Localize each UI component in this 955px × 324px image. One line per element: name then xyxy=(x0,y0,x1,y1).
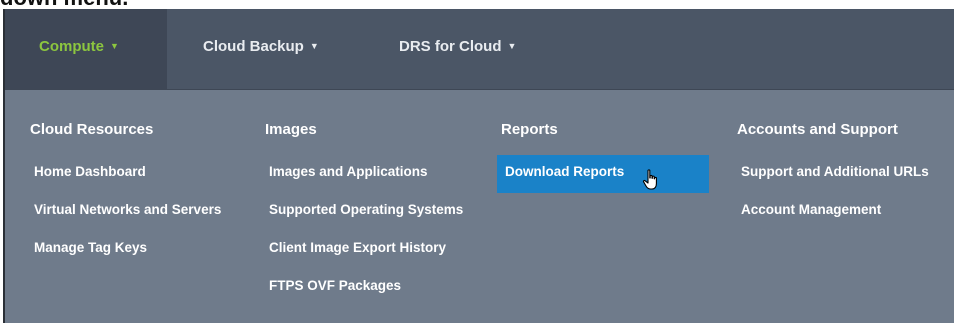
caret-down-icon: ▼ xyxy=(110,41,119,51)
column-heading: Images xyxy=(265,121,317,138)
menu-item-client-image-export-history[interactable]: Client Image Export History xyxy=(265,231,463,269)
menu-list: Download Reports xyxy=(497,155,709,193)
menu-item-ftps-ovf-packages[interactable]: FTPS OVF Packages xyxy=(265,269,463,307)
nav-cloud-backup[interactable]: Cloud Backup ▼ xyxy=(203,9,319,89)
menu-list: Home Dashboard Virtual Networks and Serv… xyxy=(30,155,221,269)
column-heading: Cloud Resources xyxy=(30,121,154,138)
menu-item-download-reports[interactable]: Download Reports xyxy=(497,155,709,193)
nav-cloud-backup-label: Cloud Backup xyxy=(203,38,304,55)
menu-item-account-management[interactable]: Account Management xyxy=(737,193,929,231)
column-heading: Reports xyxy=(501,121,558,138)
menu-item-manage-tag-keys[interactable]: Manage Tag Keys xyxy=(30,231,221,269)
menu-item-label: Download Reports xyxy=(505,164,625,179)
nav-drs-for-cloud-label: DRS for Cloud xyxy=(399,38,502,55)
menu-list: Support and Additional URLs Account Mana… xyxy=(737,155,929,231)
nav-drs-for-cloud[interactable]: DRS for Cloud ▼ xyxy=(399,9,516,89)
menu-column-reports: Reports Download Reports xyxy=(497,119,709,193)
caret-down-icon: ▼ xyxy=(507,41,517,51)
top-navbar: Compute ▼ Cloud Backup ▼ DRS for Cloud ▼ xyxy=(5,9,954,90)
column-heading: Accounts and Support xyxy=(737,121,898,138)
menu-list: Images and Applications Supported Operat… xyxy=(265,155,463,307)
caret-down-icon: ▼ xyxy=(309,41,319,51)
menu-column-cloud-resources: Cloud Resources Home Dashboard Virtual N… xyxy=(30,119,221,269)
nav-compute-label: Compute xyxy=(39,38,104,55)
menu-item-support-and-additional-urls[interactable]: Support and Additional URLs xyxy=(737,155,929,193)
menu-item-supported-operating-systems[interactable]: Supported Operating Systems xyxy=(265,193,463,231)
hand-pointer-icon xyxy=(642,169,657,190)
menu-column-images: Images Images and Applications Supported… xyxy=(265,119,463,307)
menu-column-accounts-and-support: Accounts and Support Support and Additio… xyxy=(737,119,929,231)
menu-item-virtual-networks-and-servers[interactable]: Virtual Networks and Servers xyxy=(30,193,221,231)
nav-compute[interactable]: Compute ▼ xyxy=(5,9,167,89)
menu-item-home-dashboard[interactable]: Home Dashboard xyxy=(30,155,221,193)
app-frame: Compute ▼ Cloud Backup ▼ DRS for Cloud ▼ Cl… xyxy=(3,9,954,323)
menu-item-images-and-applications[interactable]: Images and Applications xyxy=(265,155,463,193)
